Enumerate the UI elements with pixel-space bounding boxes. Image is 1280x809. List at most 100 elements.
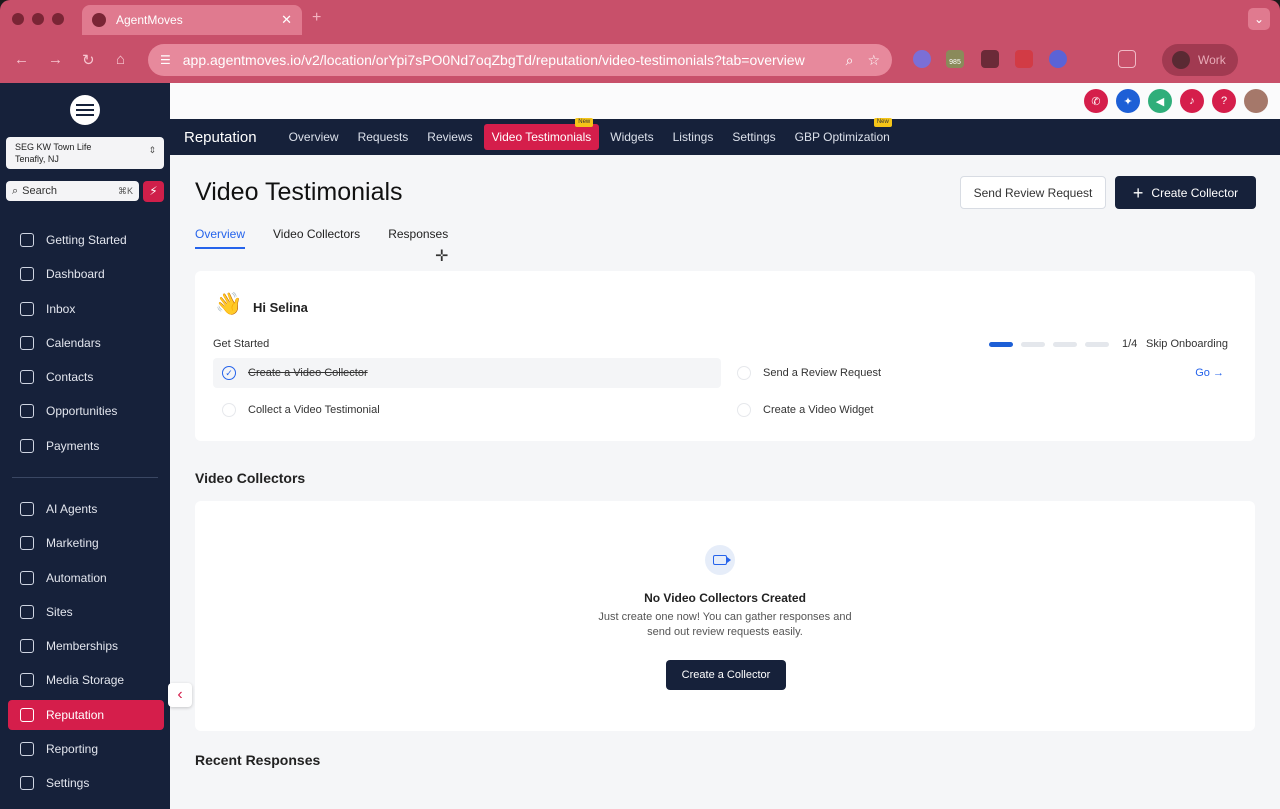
tab-search-chevron-icon[interactable]: ⌄: [1248, 8, 1270, 30]
sidebar-item-dashboard[interactable]: Dashboard: [8, 259, 164, 289]
user-avatar[interactable]: [1244, 89, 1268, 113]
circle-icon: [737, 366, 751, 380]
location-switcher[interactable]: SEG KW Town Life Tenafly, NJ ⇕: [6, 137, 164, 169]
subnav-overview[interactable]: Overview: [281, 124, 347, 150]
sidebar-item-reputation[interactable]: Reputation: [8, 699, 164, 730]
extension-1-icon[interactable]: [913, 50, 931, 68]
site-info-icon[interactable]: ☰: [160, 53, 171, 67]
close-tab-icon[interactable]: ✕: [281, 12, 292, 28]
sidebar-item-settings[interactable]: Settings: [8, 768, 164, 798]
rocket-icon: [20, 233, 34, 247]
zoom-icon[interactable]: ⌕: [846, 52, 854, 69]
go-link[interactable]: Go →: [1195, 367, 1224, 379]
browser-toolbar: ← → ↻ ⌂ ☰ app.agentmoves.io/v2/location/…: [0, 38, 1280, 83]
profile-avatar: [1172, 51, 1190, 69]
bookmark-star-icon[interactable]: ☆: [867, 52, 880, 69]
sidebar-item-media-storage[interactable]: Media Storage: [8, 665, 164, 695]
subnav-requests[interactable]: Requests: [350, 124, 417, 150]
onboarding-card: 👋 Hi Selina Get Started 1/4 Skip Onboard…: [195, 271, 1255, 441]
sidebar-item-label: Calendars: [46, 335, 101, 350]
home-icon[interactable]: ⌂: [116, 51, 125, 68]
phone-icon[interactable]: ✆: [1084, 89, 1108, 113]
sidebar-item-ai-agents[interactable]: AI Agents: [8, 494, 164, 524]
sidebar-item-label: Getting Started: [46, 233, 127, 247]
sidebar-item-payments[interactable]: Payments: [8, 431, 164, 461]
subnav-gbp-optimization[interactable]: GBP Optimization New: [787, 118, 898, 150]
extensions-puzzle-icon[interactable]: [1118, 50, 1136, 68]
video-collectors-empty-state: No Video Collectors Created Just create …: [195, 501, 1255, 731]
sidebar-item-inbox[interactable]: Inbox: [8, 294, 164, 324]
minimize-window-button[interactable]: [32, 13, 44, 25]
subnav-listings[interactable]: Listings: [665, 124, 722, 150]
extension-gear-icon[interactable]: [1049, 50, 1067, 68]
collapse-sidebar-chevron-icon[interactable]: ‹: [168, 683, 192, 707]
subnav-video-testimonials[interactable]: Video Testimonials New: [483, 118, 600, 150]
task-create-video-collector[interactable]: ✓ Create a Video Collector: [213, 358, 721, 388]
page-title: Video Testimonials: [195, 178, 403, 206]
sidebar-item-opportunities[interactable]: Opportunities: [8, 396, 164, 426]
sidebar-item-calendars[interactable]: Calendars: [8, 328, 164, 358]
task-label: Send a Review Request: [763, 367, 882, 379]
extension-script-icon[interactable]: [981, 50, 999, 68]
profile-button[interactable]: Work: [1162, 44, 1238, 76]
ai-sparkle-icon[interactable]: ✦: [1116, 89, 1140, 113]
sidebar-item-contacts[interactable]: Contacts: [8, 362, 164, 392]
task-create-video-widget[interactable]: Create a Video Widget: [728, 395, 1236, 425]
maximize-window-button[interactable]: [52, 13, 64, 25]
sidebar-item-getting-started[interactable]: Getting Started: [8, 225, 164, 255]
new-badge: New: [873, 118, 892, 127]
progress-step: [1053, 342, 1077, 347]
create-a-collector-button[interactable]: Create a Collector: [666, 660, 786, 690]
search-icon: ⌕: [12, 184, 19, 197]
sidebar-item-memberships[interactable]: Memberships: [8, 631, 164, 661]
task-collect-video-testimonial[interactable]: Collect a Video Testimonial: [213, 395, 721, 425]
arrow-right-icon: →: [1213, 367, 1224, 379]
contacts-icon: [20, 370, 34, 385]
circle-icon: [737, 403, 751, 417]
progress-step: [989, 342, 1013, 347]
task-label: Create a Video Widget: [763, 404, 874, 416]
create-collector-button[interactable]: + Create Collector: [1115, 176, 1256, 209]
help-icon[interactable]: ?: [1212, 89, 1236, 113]
back-icon[interactable]: ←: [14, 51, 29, 68]
browser-tab[interactable]: AgentMoves ✕: [82, 5, 302, 35]
sidebar-item-automation[interactable]: Automation: [8, 563, 164, 593]
button-label: Create Collector: [1151, 185, 1239, 200]
sidebar-item-label: Dashboard: [46, 267, 105, 282]
sidebar-divider: [12, 477, 158, 478]
tab-title: AgentMoves: [116, 13, 183, 27]
megaphone-icon[interactable]: ◀: [1148, 89, 1172, 113]
tab-overview[interactable]: Overview: [195, 227, 246, 249]
sidebar-item-label: Marketing: [46, 536, 99, 551]
sidebar-item-reporting[interactable]: Reporting: [8, 734, 164, 764]
gear-icon: [20, 776, 34, 791]
sidebar-item-marketing[interactable]: Marketing: [8, 528, 164, 558]
sidebar-search[interactable]: ⌕ Search ⌘K: [6, 181, 139, 201]
bell-icon[interactable]: ♪: [1180, 89, 1204, 113]
skip-onboarding-button[interactable]: Skip Onboarding: [1146, 338, 1228, 350]
browser-chrome: AgentMoves ✕ + ⌄ ← → ↻ ⌂ ☰ app.agentmove…: [0, 0, 1280, 83]
subnav-settings[interactable]: Settings: [724, 124, 783, 150]
tab-video-collectors[interactable]: Video Collectors: [273, 227, 360, 249]
sidebar-item-label: Contacts: [46, 370, 94, 385]
reload-icon[interactable]: ↻: [82, 51, 95, 69]
ai-icon: [20, 502, 34, 516]
progress-step: [1021, 342, 1045, 347]
subnav-widgets[interactable]: Widgets: [602, 124, 661, 150]
chevron-updown-icon: ⇕: [148, 145, 156, 155]
send-review-request-button[interactable]: Send Review Request: [960, 176, 1106, 209]
forward-icon[interactable]: →: [48, 51, 63, 68]
extension-store-icon[interactable]: [1015, 50, 1033, 68]
sidebar-item-sites[interactable]: Sites: [8, 597, 164, 627]
subnav-reviews[interactable]: Reviews: [419, 124, 480, 150]
favicon-icon: [92, 13, 106, 27]
extension-counter-icon[interactable]: 985: [946, 50, 964, 68]
address-bar[interactable]: ☰ app.agentmoves.io/v2/location/orYpi7sP…: [148, 44, 892, 76]
sidebar-nav-top: Getting Started Dashboard Inbox Calendar…: [8, 225, 164, 465]
new-tab-icon[interactable]: +: [312, 9, 321, 27]
task-label: Create a Video Collector: [248, 367, 368, 379]
video-collectors-heading: Video Collectors: [195, 470, 306, 486]
close-window-button[interactable]: [12, 13, 24, 25]
quick-actions-bolt-icon[interactable]: ⚡: [143, 181, 164, 202]
task-send-review-request[interactable]: Send a Review Request Go →: [728, 358, 1236, 388]
